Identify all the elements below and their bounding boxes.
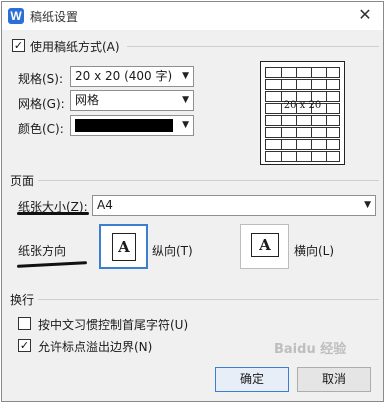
grid-cell-line <box>311 152 312 161</box>
color-swatch <box>75 119 173 132</box>
wps-app-icon: W <box>8 8 24 24</box>
grid-cell-line <box>311 140 312 149</box>
grid-row <box>265 67 340 78</box>
preview-label: 20 x 20 <box>283 100 322 111</box>
cancel-button[interactable]: 取消 <box>297 367 371 392</box>
title-bar: W 稿纸设置 ✕ <box>2 2 383 30</box>
grid-select[interactable]: 网格 ▼ <box>70 90 194 111</box>
section-divider <box>127 46 379 47</box>
grid-cell-line <box>311 128 312 137</box>
landscape-page-icon: A <box>251 233 279 257</box>
grid-preview: 20 x 20 <box>260 61 345 165</box>
grid-label: 网格(G): <box>18 97 65 111</box>
grid-cell-line <box>281 140 282 149</box>
ok-button[interactable]: 确定 <box>215 367 289 392</box>
landscape-label[interactable]: 横向(L) <box>294 242 334 259</box>
grid-cell-line <box>326 128 327 137</box>
use-manuscript-checkbox[interactable]: ✓ <box>12 39 25 52</box>
grid-cell-line <box>311 68 312 77</box>
chinese-rule-label: 按中文习惯控制首尾字符(U) <box>38 318 189 332</box>
grid-cell-line <box>296 152 297 161</box>
page-section-title: 页面 <box>10 174 35 188</box>
chevron-down-icon: ▼ <box>182 120 189 130</box>
grid-cell-line <box>296 140 297 149</box>
section-divider <box>38 299 379 300</box>
grid-cell-line <box>281 152 282 161</box>
handwritten-underline <box>17 212 89 215</box>
close-icon[interactable]: ✕ <box>355 5 375 25</box>
grid-value: 网格 <box>75 93 100 107</box>
portrait-page-icon: A <box>112 233 136 261</box>
handwritten-underline <box>16 261 88 268</box>
grid-cell-line <box>311 80 312 89</box>
grid-cell-line <box>296 68 297 77</box>
chevron-down-icon: ▼ <box>182 95 189 105</box>
orientation-label: 纸张方向 <box>18 244 67 258</box>
manuscript-settings-dialog: W 稿纸设置 ✕ ✓ 使用稿纸方式(A) 规格(S): 20 x 20 (400… <box>1 1 384 402</box>
grid-cell-line <box>296 80 297 89</box>
grid-cell-line <box>326 140 327 149</box>
chinese-rule-checkbox[interactable] <box>18 317 31 330</box>
grid-cell-line <box>281 128 282 137</box>
grid-cell-line <box>326 80 327 89</box>
color-select[interactable]: ▼ <box>70 115 194 136</box>
baidu-watermark: Baidu 经验 <box>274 342 347 357</box>
spec-label: 规格(S): <box>18 72 64 86</box>
grid-row <box>265 151 340 162</box>
use-manuscript-label: 使用稿纸方式(A) <box>30 40 120 54</box>
grid-cell-line <box>296 116 297 125</box>
punctuation-overflow-label: 允许标点溢出边界(N) <box>38 340 153 354</box>
grid-row <box>265 139 340 150</box>
grid-cell-line <box>281 68 282 77</box>
grid-cell-line <box>326 68 327 77</box>
color-label: 颜色(C): <box>18 122 64 136</box>
window-title: 稿纸设置 <box>30 10 79 24</box>
grid-cell-line <box>326 116 327 125</box>
spec-select[interactable]: 20 x 20 (400 字) ▼ <box>70 66 194 87</box>
paper-size-select[interactable]: A4 ▼ <box>92 195 376 216</box>
spec-value: 20 x 20 (400 字) <box>75 69 173 83</box>
portrait-label[interactable]: 纵向(T) <box>152 242 193 259</box>
chevron-down-icon: ▼ <box>182 71 189 81</box>
grid-row <box>265 127 340 138</box>
grid-cell-line <box>296 128 297 137</box>
grid-row <box>265 115 340 126</box>
landscape-option[interactable]: A <box>240 224 289 269</box>
section-divider <box>38 180 379 181</box>
grid-cell-line <box>326 152 327 161</box>
grid-cell-line <box>281 116 282 125</box>
grid-cell-line <box>311 116 312 125</box>
paper-size-value: A4 <box>97 198 113 212</box>
portrait-option[interactable]: A <box>99 224 148 269</box>
punctuation-overflow-checkbox[interactable]: ✓ <box>18 339 31 352</box>
wrap-section-title: 换行 <box>10 293 35 307</box>
grid-cell-line <box>281 80 282 89</box>
grid-row <box>265 79 340 90</box>
chevron-down-icon: ▼ <box>364 200 371 210</box>
